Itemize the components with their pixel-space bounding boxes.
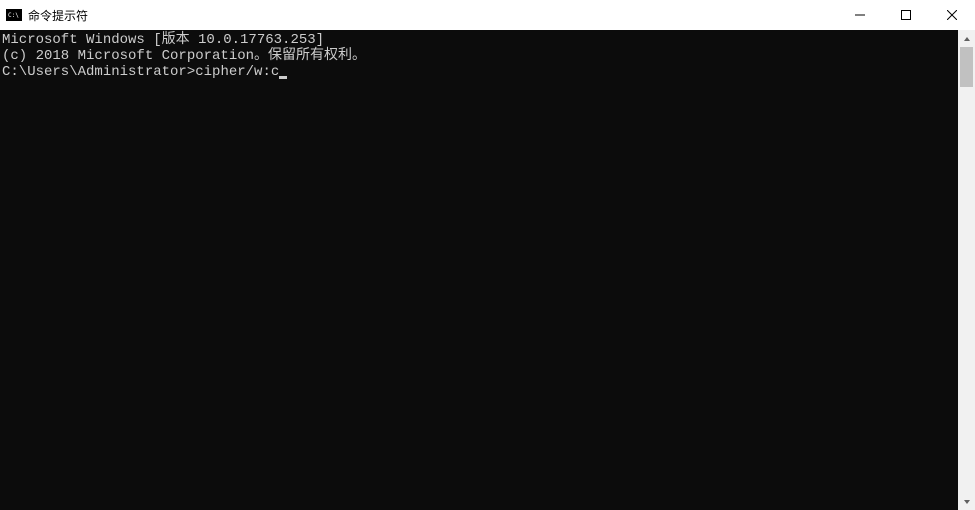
close-button[interactable] [929, 0, 975, 30]
prompt-line: C:\Users\Administrator>cipher/w:c [2, 64, 958, 80]
scroll-thumb[interactable] [960, 47, 973, 87]
scroll-track[interactable] [958, 47, 975, 493]
scroll-up-button[interactable] [958, 30, 975, 47]
minimize-icon [855, 10, 865, 20]
vertical-scrollbar[interactable] [958, 30, 975, 510]
minimize-button[interactable] [837, 0, 883, 30]
console-output[interactable]: Microsoft Windows [版本 10.0.17763.253](c)… [0, 30, 958, 510]
chevron-up-icon [963, 35, 971, 43]
titlebar[interactable]: C:\ 命令提示符 [0, 0, 975, 30]
version-line: Microsoft Windows [版本 10.0.17763.253] [2, 32, 958, 48]
maximize-button[interactable] [883, 0, 929, 30]
cursor [279, 76, 287, 79]
app-icon: C:\ [6, 7, 22, 23]
command-input[interactable]: cipher/w:c [195, 64, 279, 80]
command-prompt-window: C:\ 命令提示符 Microsoft Wind [0, 0, 975, 510]
window-title: 命令提示符 [28, 7, 837, 24]
console-area: Microsoft Windows [版本 10.0.17763.253](c)… [0, 30, 975, 510]
copyright-line: (c) 2018 Microsoft Corporation。保留所有权利。 [2, 48, 958, 64]
prompt-path: C:\Users\Administrator> [2, 64, 195, 80]
chevron-down-icon [963, 498, 971, 506]
maximize-icon [901, 10, 911, 20]
scroll-down-button[interactable] [958, 493, 975, 510]
window-controls [837, 0, 975, 30]
svg-text:C:\: C:\ [8, 12, 19, 19]
close-icon [947, 10, 957, 20]
